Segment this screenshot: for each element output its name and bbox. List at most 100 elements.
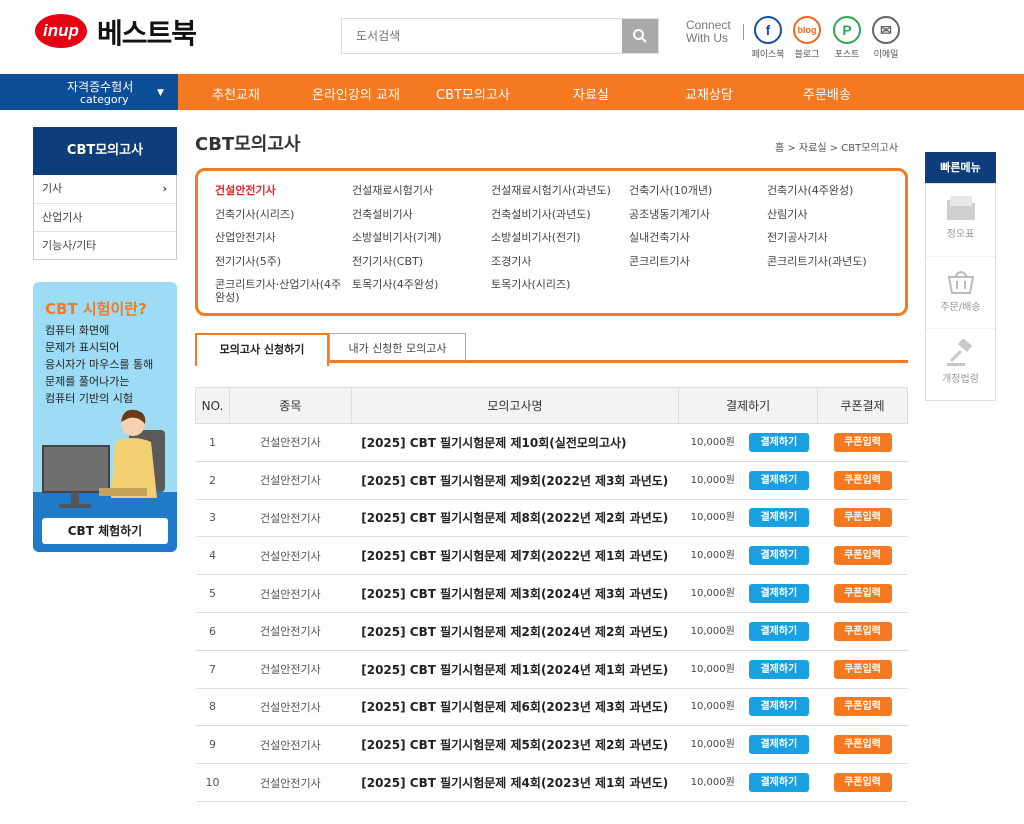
category-menu-button[interactable]: 자격증수험서 category ▼ bbox=[0, 74, 178, 110]
coupon-button[interactable]: 쿠폰입력 bbox=[833, 470, 892, 490]
social-link[interactable]: blog 블로그 bbox=[787, 16, 827, 60]
category-link[interactable]: 소방설비기사(기계) bbox=[352, 231, 486, 244]
cell-exam-name[interactable]: [2025] CBT 필기시험문제 제4회(2023년 제1회 과년도) bbox=[351, 763, 679, 802]
category-link[interactable]: 건축기사(4주완성) bbox=[767, 184, 901, 197]
category-link[interactable]: 공조냉동기계기사 bbox=[629, 208, 763, 221]
category-link[interactable]: 건설재료시험기사 bbox=[352, 184, 486, 197]
tab-apply[interactable]: 모의고사 신청하기 bbox=[195, 333, 329, 366]
coupon-button[interactable]: 쿠폰입력 bbox=[833, 735, 892, 755]
basket-icon bbox=[947, 271, 974, 294]
pay-button[interactable]: 결제하기 bbox=[748, 432, 809, 452]
coupon-button[interactable]: 쿠폰입력 bbox=[833, 584, 892, 604]
nav-item-consult[interactable]: 교재상담 bbox=[685, 84, 733, 103]
pay-button[interactable]: 결제하기 bbox=[748, 659, 809, 679]
cell-pay: 10,000원 결제하기 bbox=[678, 688, 818, 727]
pay-button[interactable]: 결제하기 bbox=[748, 584, 809, 604]
cell-coupon: 쿠폰입력 bbox=[817, 763, 908, 802]
social-link[interactable]: P 포스트 bbox=[827, 16, 867, 60]
cell-exam-name[interactable]: [2025] CBT 필기시험문제 제5회(2023년 제2회 과년도) bbox=[351, 725, 679, 765]
coupon-button[interactable]: 쿠폰입력 bbox=[833, 508, 892, 528]
category-link[interactable]: 건축기사(10개년) bbox=[629, 184, 763, 197]
sidebar-item-craftsman[interactable]: 기능사/기타 bbox=[34, 231, 176, 259]
category-link[interactable]: 콘크리트기사 bbox=[629, 255, 763, 268]
cell-exam-name[interactable]: [2025] CBT 필기시험문제 제10회(실전모의고사) bbox=[351, 423, 679, 462]
coupon-button[interactable]: 쿠폰입력 bbox=[833, 697, 892, 717]
table-row: 3 건설안전기사 [2025] CBT 필기시험문제 제8회(2022년 제2회 과… bbox=[195, 499, 908, 538]
category-link[interactable]: 건축설비기사 bbox=[352, 208, 486, 221]
coupon-button[interactable]: 쿠폰입력 bbox=[833, 546, 892, 566]
cell-exam-name[interactable]: [2025] CBT 필기시험문제 제9회(2022년 제3회 과년도) bbox=[351, 461, 679, 500]
category-link[interactable]: 전기기사(CBT) bbox=[352, 255, 486, 268]
sidebar-item-engineer[interactable]: 기사 › bbox=[34, 175, 176, 203]
coupon-button[interactable]: 쿠폰입력 bbox=[833, 659, 892, 679]
category-link[interactable]: 조경기사 bbox=[491, 255, 625, 268]
sidebar: CBT모의고사 기사 › 산업기사 기능사/기타 bbox=[33, 127, 177, 260]
category-link[interactable]: 건설재료시험기사(과년도) bbox=[491, 184, 625, 197]
category-link[interactable]: 토목기사(시리즈) bbox=[491, 278, 625, 291]
category-link[interactable]: 콘크리트기사·산업기사(4주완성) bbox=[215, 278, 349, 304]
search-input[interactable] bbox=[342, 19, 622, 53]
pay-button[interactable]: 결제하기 bbox=[748, 735, 809, 755]
category-link[interactable]: 건설안전기사 bbox=[215, 184, 349, 197]
banner-title: CBT 시험이란? bbox=[45, 300, 147, 318]
quick-item-law[interactable]: 개정법령 bbox=[926, 328, 995, 400]
social-link[interactable]: f 페이스북 bbox=[748, 16, 788, 60]
table-row: 9 건설안전기사 [2025] CBT 필기시험문제 제5회(2023년 제2회 과… bbox=[195, 725, 908, 765]
nav-item-orders[interactable]: 주문배송 bbox=[803, 84, 851, 103]
cbt-trial-button[interactable]: CBT 체험하기 bbox=[42, 518, 168, 544]
pay-button[interactable]: 결제하기 bbox=[748, 621, 809, 641]
cell-exam-name[interactable]: [2025] CBT 필기시험문제 제8회(2022년 제2회 과년도) bbox=[351, 499, 679, 538]
column-header-coupon: 쿠폰결제 bbox=[817, 387, 908, 424]
nav-item-online-books[interactable]: 온라인강의 교재 bbox=[312, 84, 400, 103]
nav-item-recommended[interactable]: 추천교재 bbox=[212, 84, 260, 103]
pay-button[interactable]: 결제하기 bbox=[748, 773, 809, 793]
category-link[interactable]: 산업안전기사 bbox=[215, 231, 349, 244]
coupon-button[interactable]: 쿠폰입력 bbox=[833, 432, 892, 452]
table-row: 2 건설안전기사 [2025] CBT 필기시험문제 제9회(2022년 제3회 과… bbox=[195, 461, 908, 500]
sidebar-item-industrial[interactable]: 산업기사 bbox=[34, 203, 176, 231]
nav-item-archive[interactable]: 자료실 bbox=[573, 84, 609, 103]
cbt-info-banner: CBT 시험이란? 컴퓨터 화면에 문제가 표시되어 응시자가 마우스를 통해 … bbox=[33, 282, 177, 552]
category-sublabel: category bbox=[80, 93, 129, 106]
category-link[interactable]: 전기기사(5주) bbox=[215, 255, 349, 268]
folder-icon bbox=[946, 196, 975, 220]
pay-button[interactable]: 결제하기 bbox=[748, 697, 809, 717]
cell-exam-name[interactable]: [2025] CBT 필기시험문제 제2회(2024년 제2회 과년도) bbox=[351, 612, 679, 651]
coupon-button[interactable]: 쿠폰입력 bbox=[833, 621, 892, 641]
cell-no: 1 bbox=[195, 423, 230, 462]
social-link[interactable]: ✉ 이메일 bbox=[866, 16, 906, 60]
pay-button[interactable]: 결제하기 bbox=[748, 470, 809, 490]
category-link[interactable]: 건축기사(시리즈) bbox=[215, 208, 349, 221]
category-link[interactable]: 콘크리트기사(과년도) bbox=[767, 255, 901, 268]
search-button[interactable] bbox=[622, 19, 658, 53]
nav-item-cbt[interactable]: CBT모의고사 bbox=[436, 84, 510, 103]
cell-no: 7 bbox=[195, 650, 230, 689]
cell-subject: 건설안전기사 bbox=[229, 725, 352, 765]
social-label: 블로그 bbox=[794, 50, 820, 60]
category-link[interactable]: 전기공사기사 bbox=[767, 231, 901, 244]
tab-my-exams[interactable]: 내가 신청한 모의고사 bbox=[329, 333, 466, 363]
table-row: 7 건설안전기사 [2025] CBT 필기시험문제 제1회(2024년 제1회 과… bbox=[195, 650, 908, 689]
cell-coupon: 쿠폰입력 bbox=[817, 423, 908, 462]
category-link[interactable]: 실내건축기사 bbox=[629, 231, 763, 244]
pay-button[interactable]: 결제하기 bbox=[748, 508, 809, 528]
cell-no: 9 bbox=[195, 725, 230, 765]
cell-exam-name[interactable]: [2025] CBT 필기시험문제 제3회(2024년 제3회 과년도) bbox=[351, 574, 679, 613]
pay-button[interactable]: 결제하기 bbox=[748, 546, 809, 566]
quick-item-errata[interactable]: 정오표 bbox=[926, 184, 995, 256]
coupon-button[interactable]: 쿠폰입력 bbox=[833, 773, 892, 793]
computer-user-illustration bbox=[42, 409, 165, 508]
price-text: 10,000원 bbox=[690, 436, 735, 448]
cell-exam-name[interactable]: [2025] CBT 필기시험문제 제7회(2022년 제1회 과년도) bbox=[351, 536, 679, 576]
logo-text[interactable]: 베스트북 bbox=[97, 12, 197, 52]
price-text: 10,000원 bbox=[690, 777, 735, 789]
category-link[interactable]: 산림기사 bbox=[767, 208, 901, 221]
cell-exam-name[interactable]: [2025] CBT 필기시험문제 제6회(2023년 제3회 과년도) bbox=[351, 688, 679, 727]
category-link[interactable]: 토목기사(4주완성) bbox=[352, 278, 486, 291]
category-link[interactable]: 건축설비기사(과년도) bbox=[491, 208, 625, 221]
category-link[interactable]: 소방설비기사(전기) bbox=[491, 231, 625, 244]
column-header-pay: 결제하기 bbox=[678, 387, 819, 424]
logo-badge[interactable]: inup bbox=[35, 14, 87, 48]
cell-exam-name[interactable]: [2025] CBT 필기시험문제 제1회(2024년 제1회 과년도) bbox=[351, 650, 679, 689]
quick-item-orders[interactable]: 주문/배송 bbox=[926, 256, 995, 328]
